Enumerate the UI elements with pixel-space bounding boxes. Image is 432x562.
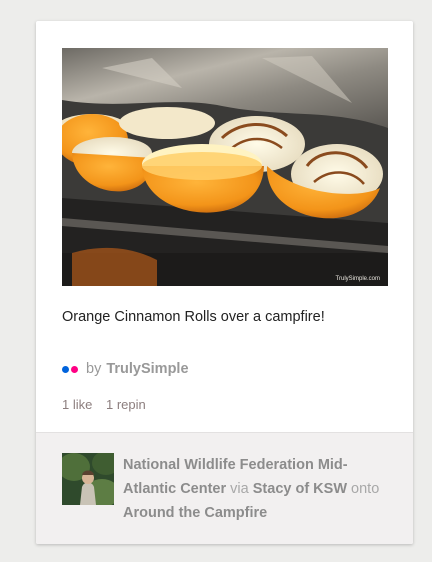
pinner-strip: National Wildlife Federation Mid-Atlanti… [36, 432, 413, 544]
pin-photo: TrulySimple.com [62, 48, 388, 286]
flickr-blue-dot [62, 365, 69, 373]
pin-card: TrulySimple.com Orange Cinnamon Rolls ov… [36, 21, 413, 544]
pin-description[interactable]: Orange Cinnamon Rolls over a campfire! [62, 306, 382, 329]
avatar-image [62, 453, 114, 505]
pin-stats: 1 like 1 repin [62, 397, 156, 412]
image-watermark: TrulySimple.com [336, 276, 380, 282]
board-link[interactable]: Around the Campfire [123, 505, 267, 521]
pinner-credit: National Wildlife Federation Mid-Atlanti… [123, 453, 393, 525]
via-user-link[interactable]: Stacy of KSW [253, 481, 347, 497]
by-label: by [86, 361, 102, 377]
pin-attribution: by TrulySimple [62, 361, 189, 377]
flickr-pink-dot [71, 365, 78, 373]
onto-label: onto [351, 481, 380, 497]
flickr-icon [62, 365, 78, 373]
source-link[interactable]: TrulySimple [106, 361, 188, 377]
via-label: via [230, 481, 249, 497]
pin-image[interactable]: TrulySimple.com [62, 48, 388, 286]
repin-count[interactable]: 1 repin [106, 397, 146, 412]
like-count[interactable]: 1 like [62, 397, 92, 412]
avatar[interactable] [62, 453, 114, 505]
